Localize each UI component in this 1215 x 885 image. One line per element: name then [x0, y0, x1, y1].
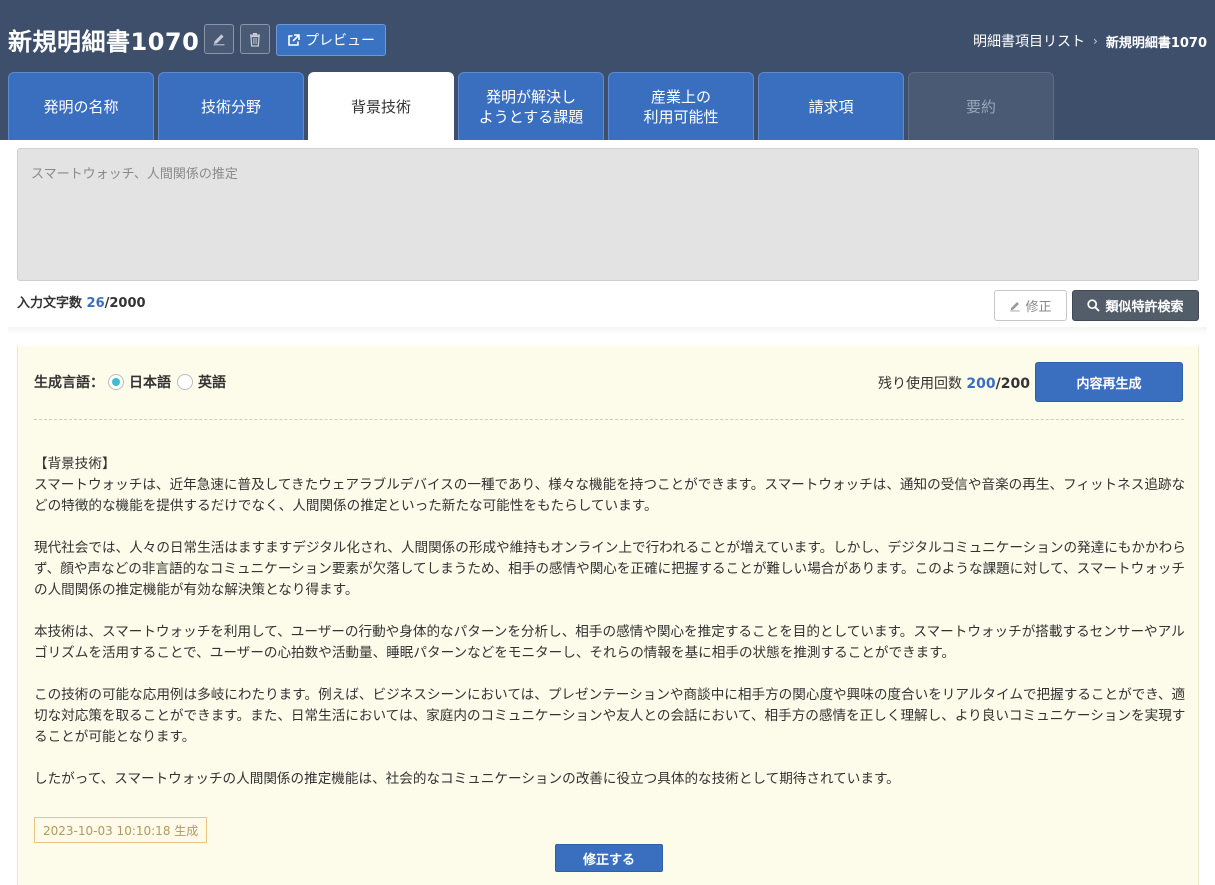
fix-button[interactable]: 修正	[994, 290, 1067, 321]
radio-dot	[112, 378, 120, 386]
external-link-icon	[288, 33, 300, 46]
remaining-label: 残り使用回数	[877, 376, 962, 392]
modify-button[interactable]: 修正する	[555, 844, 663, 872]
tab-label: 技術分野	[200, 97, 261, 116]
content-paragraph: したがって、スマートウォッチの人間関係の推定機能は、社会的なコミュニケーションの…	[34, 771, 900, 787]
divider	[8, 327, 1207, 335]
content-paragraph: 本技術は、スマートウォッチを利用して、ユーザーの行動や身体的なパターンを分析し、…	[34, 624, 1185, 661]
content-paragraph: この技術の可能な応用例は多岐にわたります。例えば、ビジネスシーンにおいては、プレ…	[34, 687, 1186, 745]
pencil-icon	[1010, 301, 1021, 311]
page-title: 新規明細書1070	[8, 28, 200, 56]
remaining-value: 200	[966, 376, 996, 392]
radio-english-label[interactable]: 英語	[198, 372, 226, 392]
generation-panel: 生成言語： 日本語 英語 残り使用回数 200/200 内容再生成 【背景技術】…	[17, 346, 1199, 885]
tab-problem-to-solve[interactable]: 発明が解決し ようとする課題	[458, 72, 604, 140]
breadcrumb-current: 新規明細書1070	[1105, 35, 1207, 51]
similar-patent-search-button[interactable]: 類似特許検索	[1072, 290, 1199, 321]
radio-english[interactable]	[177, 374, 193, 390]
edit-title-button[interactable]	[204, 24, 234, 54]
language-selector: 生成言語： 日本語 英語	[34, 372, 226, 392]
remaining-uses: 残り使用回数 200/200	[878, 373, 1030, 393]
breadcrumb-parent-link[interactable]: 明細書項目リスト	[973, 31, 1085, 51]
char-count-limit: /2000	[104, 296, 146, 311]
similar-search-label: 類似特許検索	[1105, 300, 1184, 315]
char-count: 入力文字数 26/2000	[17, 292, 146, 311]
generated-content: 【背景技術】 スマートウォッチは、近年急速に普及してきたウェアラブルデバイスの一…	[34, 454, 1186, 811]
section-tabs: 発明の名称 技術分野 背景技術 発明が解決し ようとする課題 産業上の 利用可能…	[8, 72, 1054, 140]
tab-label: 産業上の 利用可能性	[643, 87, 719, 126]
header: 新規明細書1070 プレビュー 明細書項目リスト › 新規明細書1070 発明の…	[0, 0, 1215, 140]
preview-label: プレビュー	[305, 33, 375, 49]
search-icon	[1087, 299, 1101, 312]
radio-japanese[interactable]	[108, 374, 124, 390]
pencil-icon	[213, 34, 225, 46]
dashed-divider	[34, 419, 1184, 420]
char-count-label: 入力文字数	[17, 296, 83, 311]
fix-label: 修正	[1025, 300, 1052, 315]
delete-button[interactable]	[240, 24, 270, 54]
breadcrumb: 明細書項目リスト › 新規明細書1070	[973, 31, 1207, 51]
char-count-value: 26	[86, 296, 105, 311]
tab-label: 要約	[965, 97, 996, 116]
tab-label: 請求項	[808, 97, 854, 116]
tab-label: 発明の名称	[43, 97, 119, 116]
tab-background-art[interactable]: 背景技術	[308, 72, 454, 140]
preview-button[interactable]: プレビュー	[276, 24, 386, 56]
chevron-right-icon: ›	[1093, 34, 1098, 48]
tab-label: 発明が解決し ようとする課題	[478, 87, 584, 126]
content-paragraph: 現代社会では、人々の日常生活はますますデジタル化され、人間関係の形成や維持もオン…	[34, 540, 1186, 598]
keyword-textarea[interactable]: スマートウォッチ、人間関係の推定	[17, 148, 1199, 281]
language-label: 生成言語：	[34, 375, 104, 391]
content-paragraph: 【背景技術】 スマートウォッチは、近年急速に普及してきたウェアラブルデバイスの一…	[34, 456, 1186, 514]
remaining-total: /200	[995, 376, 1030, 392]
regenerate-button[interactable]: 内容再生成	[1035, 362, 1183, 402]
tab-invention-title[interactable]: 発明の名称	[8, 72, 154, 140]
tab-abstract: 要約	[908, 72, 1054, 140]
tab-label: 背景技術	[350, 97, 411, 116]
trash-icon	[250, 32, 260, 47]
keyword-text: スマートウォッチ、人間関係の推定	[31, 167, 238, 182]
tab-claims[interactable]: 請求項	[758, 72, 904, 140]
radio-japanese-label[interactable]: 日本語	[129, 372, 171, 392]
tab-industrial-applicability[interactable]: 産業上の 利用可能性	[608, 72, 754, 140]
tab-technical-field[interactable]: 技術分野	[158, 72, 304, 140]
generated-timestamp: 2023-10-03 10:10:18 生成	[34, 817, 208, 843]
